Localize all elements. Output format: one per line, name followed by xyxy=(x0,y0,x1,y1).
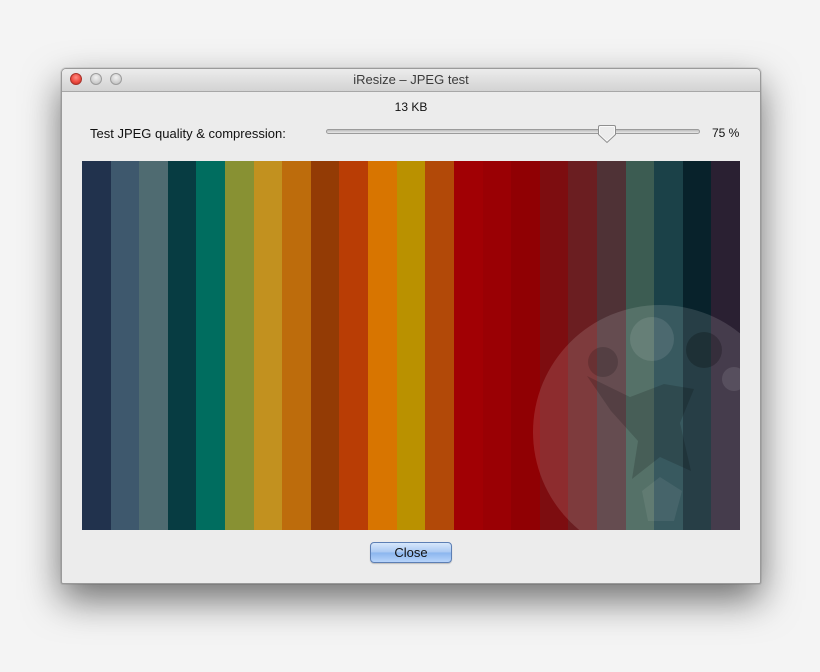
window-title: iResize – JPEG test xyxy=(353,72,469,87)
app-logo-watermark xyxy=(533,305,740,530)
title-bar[interactable]: iResize – JPEG test xyxy=(62,69,760,92)
close-button[interactable]: Close xyxy=(370,542,452,563)
slider-track[interactable] xyxy=(326,129,700,134)
quality-percent: 75 % xyxy=(712,126,740,140)
file-size-label: 13 KB xyxy=(394,100,428,114)
jpeg-test-window: iResize – JPEG test 13 KB Test JPEG qual… xyxy=(61,68,761,584)
slider-thumb[interactable] xyxy=(597,124,617,144)
quality-label: Test JPEG quality & compression: xyxy=(90,126,286,141)
quality-slider[interactable] xyxy=(326,125,700,144)
jpeg-preview-image xyxy=(82,161,740,530)
